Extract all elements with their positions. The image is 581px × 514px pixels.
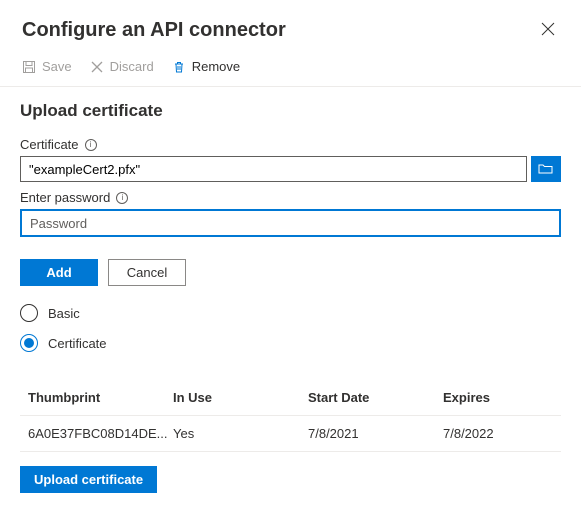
cell-expires: 7/8/2022 [443,426,553,441]
upload-heading: Upload certificate [20,101,561,121]
save-label: Save [42,59,72,74]
cancel-button[interactable]: Cancel [108,259,186,286]
certificate-table: Thumbprint In Use Start Date Expires 6A0… [20,380,561,452]
password-label: Enter password [20,190,110,205]
folder-icon [538,162,554,176]
trash-icon [172,60,186,74]
browse-button[interactable] [531,156,561,182]
cell-thumbprint: 6A0E37FBC08D14DE... [28,426,173,441]
info-icon[interactable]: i [85,139,97,151]
cell-inuse: Yes [173,426,308,441]
radio-icon-selected [20,334,38,352]
save-button[interactable]: Save [22,59,72,74]
remove-button[interactable]: Remove [172,59,240,74]
close-icon [541,22,555,36]
add-button[interactable]: Add [20,259,98,286]
auth-radio-certificate[interactable]: Certificate [20,328,561,358]
col-header-thumbprint[interactable]: Thumbprint [28,390,173,405]
col-header-start[interactable]: Start Date [308,390,443,405]
radio-icon [20,304,38,322]
cell-start: 7/8/2021 [308,426,443,441]
radio-label-basic: Basic [48,306,80,321]
radio-label-certificate: Certificate [48,336,107,351]
password-input[interactable] [20,209,561,237]
col-header-expires[interactable]: Expires [443,390,553,405]
table-row[interactable]: 6A0E37FBC08D14DE... Yes 7/8/2021 7/8/202… [20,416,561,452]
page-title: Configure an API connector [22,19,286,42]
upload-certificate-button[interactable]: Upload certificate [20,466,157,493]
close-button[interactable] [537,18,559,43]
auth-radio-basic[interactable]: Basic [20,298,561,328]
discard-label: Discard [110,59,154,74]
certificate-input[interactable] [20,156,527,182]
discard-icon [90,60,104,74]
certificate-label: Certificate [20,137,79,152]
info-icon[interactable]: i [116,192,128,204]
remove-label: Remove [192,59,240,74]
col-header-inuse[interactable]: In Use [173,390,308,405]
discard-button[interactable]: Discard [90,59,154,74]
save-icon [22,60,36,74]
